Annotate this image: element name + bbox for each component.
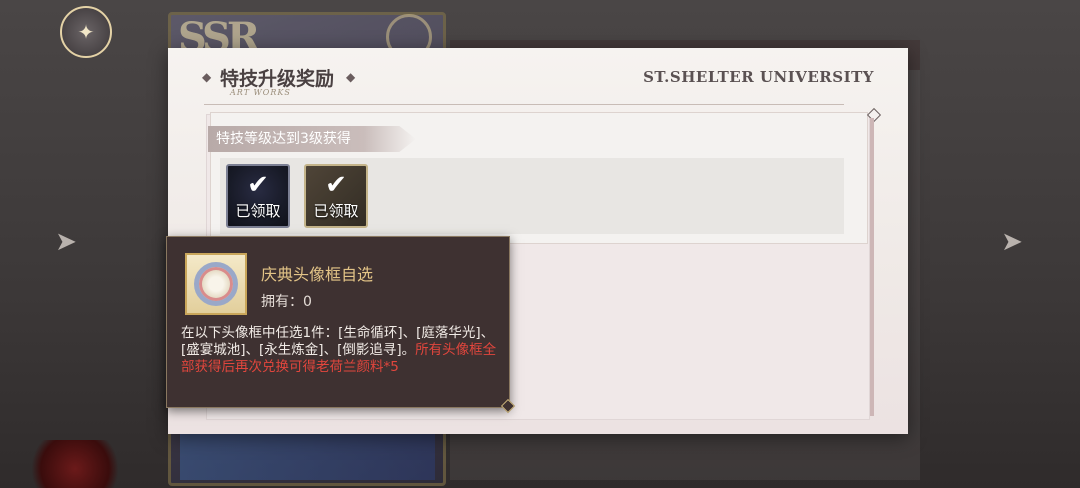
modal-subtitle: ART WORKS [230, 88, 291, 97]
section-header: 特技等级达到3级获得 [208, 126, 416, 152]
compass-emblem-icon[interactable]: ✦ [60, 6, 112, 58]
scrollbar[interactable] [870, 118, 874, 416]
avatar-frame-icon [194, 262, 238, 306]
item-icon [185, 253, 247, 315]
item-owned-count: 拥有：0 [261, 294, 312, 310]
reward-item[interactable]: ✔ 已领取 [226, 164, 290, 228]
right-arrow-icon[interactable]: ➤ [998, 227, 1026, 257]
checkmark-icon: ✔ [325, 169, 347, 200]
modal-title: 特技升级奖励 [220, 68, 335, 90]
item-tooltip: 庆典头像框自选 拥有：0 在以下头像框中任选1件：[生命循环]、[庭落华光]、[… [166, 236, 510, 408]
rose-decoration [20, 440, 130, 488]
title-ornament-icon: ◆ [202, 70, 212, 84]
checkmark-icon: ✔ [247, 169, 269, 200]
item-description: 在以下头像框中任选1件：[生命循环]、[庭落华光]、[盛宴城池]、[永生炼金]、… [181, 325, 497, 376]
claimed-overlay: ✔ 已领取 [228, 166, 288, 226]
item-name: 庆典头像框自选 [261, 265, 374, 284]
claimed-label: 已领取 [313, 201, 359, 220]
left-arrow-icon[interactable]: ➤ [52, 227, 80, 257]
reward-item[interactable]: ✔ 已领取 [304, 164, 368, 228]
title-ornament-icon: ◆ [346, 70, 356, 84]
title-divider [204, 104, 844, 105]
claimed-overlay: ✔ 已领取 [306, 166, 366, 226]
brand-logo: ST.SHELTER UNIVERSITY [643, 68, 874, 86]
claimed-label: 已领取 [235, 201, 281, 220]
